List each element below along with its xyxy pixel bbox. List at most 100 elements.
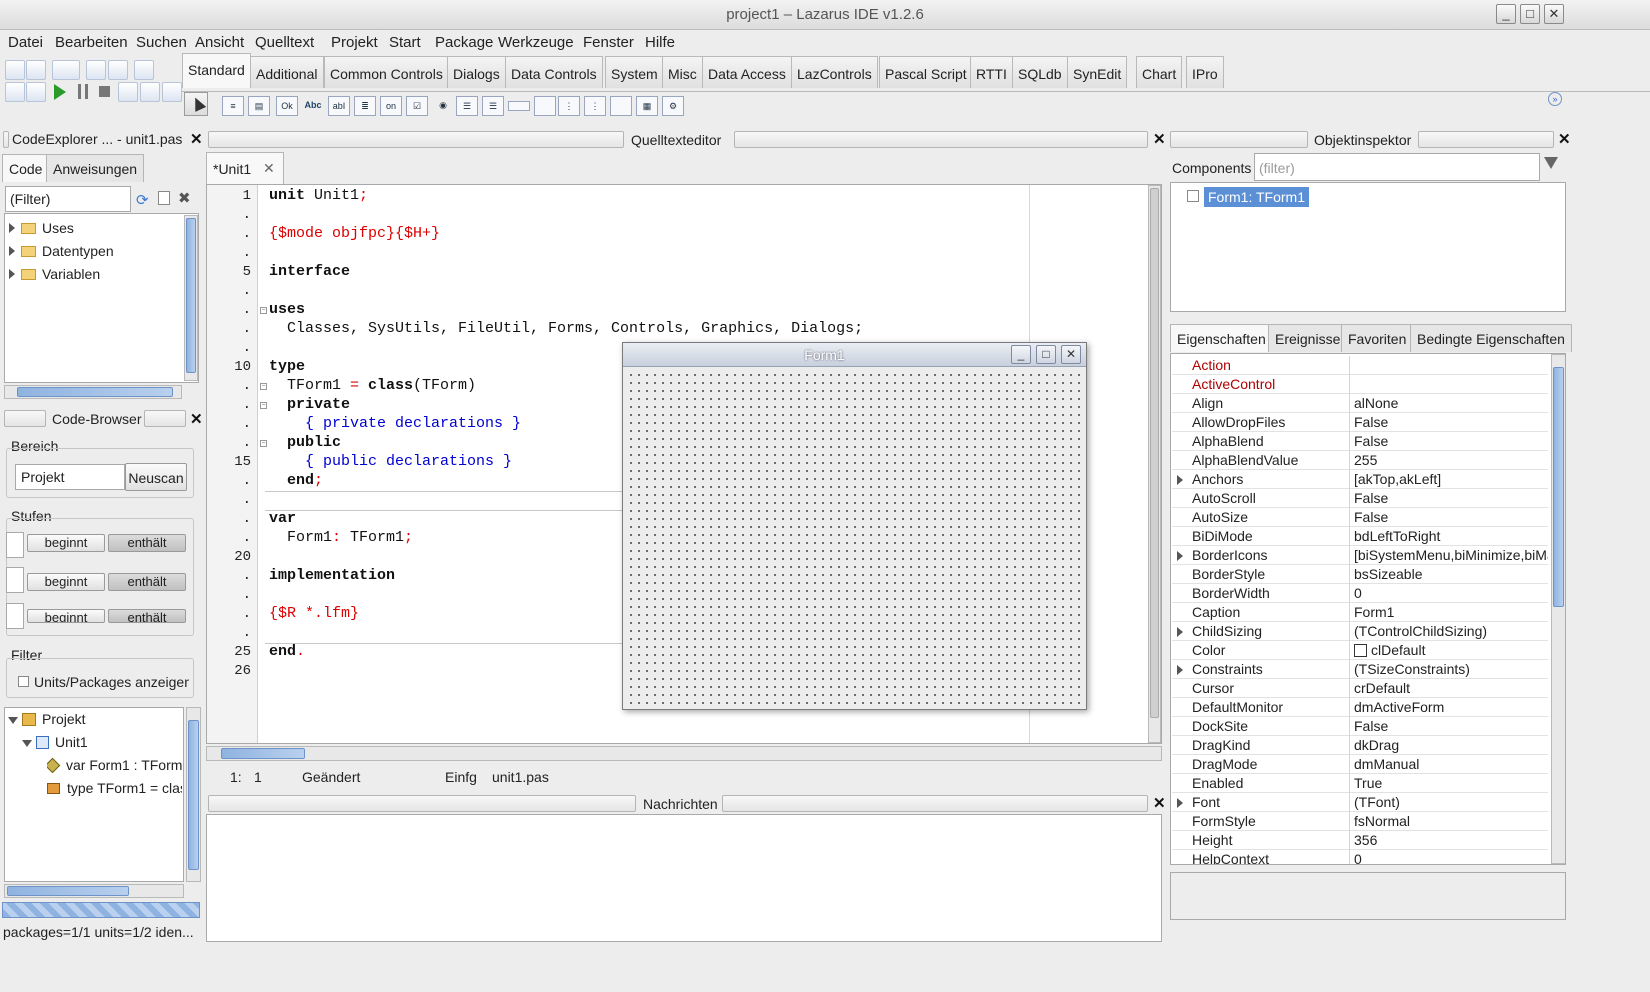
tab-favoriten[interactable]: Favoriten [1341,324,1414,352]
palette-scroll-icon[interactable]: » [1548,92,1562,106]
actionlist-icon[interactable]: ⚙ [662,96,684,116]
close-tab-icon[interactable]: ✕ [263,160,275,177]
property-value[interactable]: (TSizeConstraints) [1354,661,1548,677]
toggle-form-unit-icon[interactable] [134,60,154,80]
property-value[interactable]: 255 [1354,452,1548,468]
property-row[interactable]: DragMode dmManual [1172,755,1548,774]
property-row[interactable]: Enabled True [1172,774,1548,793]
tree-item-uses[interactable]: Uses [9,220,74,236]
property-row[interactable]: AlphaBlend False [1172,432,1548,451]
menu-quelltext[interactable]: Quelltext [255,34,314,51]
tree-item-unit1[interactable]: Unit1 [19,734,88,750]
property-value[interactable]: False [1354,718,1548,734]
form-close-icon[interactable]: ✕ [1061,345,1081,364]
tab-data-access[interactable]: Data Access [702,56,792,88]
selection-tool-icon[interactable] [184,92,208,116]
property-value[interactable]: [akTop,akLeft] [1354,471,1548,487]
property-row[interactable]: HelpContext 0 [1172,850,1548,864]
menu-hilfe[interactable]: Hilfe [645,34,675,51]
fold-icon[interactable]: − [260,383,267,390]
close-messages-icon[interactable]: ✕ [1153,794,1166,812]
save-icon[interactable] [86,60,106,80]
property-value[interactable]: [biSystemMenu,biMinimize,biMa [1354,547,1548,563]
property-row[interactable]: Color clDefault [1172,641,1548,660]
expand-icon[interactable] [1177,798,1183,808]
tab-eigenschaften[interactable]: Eigenschaften [1170,324,1273,352]
dock-grip[interactable] [208,795,636,812]
fold-icon[interactable]: − [260,402,267,409]
property-row[interactable]: AllowDropFiles False [1172,413,1548,432]
property-row[interactable]: BiDiMode bdLeftToRight [1172,527,1548,546]
mainmenu-icon[interactable]: ≡ [222,96,244,116]
property-row[interactable]: Caption Form1 [1172,603,1548,622]
dock-grip[interactable] [144,410,186,427]
tab-chart[interactable]: Chart [1136,56,1183,88]
begins-button-2[interactable]: beginnt [27,573,105,591]
tree-item-var[interactable]: var Form1 : TForm1 [47,757,182,773]
mode-icon[interactable] [158,191,170,205]
menu-ansicht[interactable]: Ansicht [195,34,244,51]
tab-dialogs[interactable]: Dialogs [447,56,506,88]
property-value[interactable]: False [1354,414,1548,430]
dock-grip[interactable] [4,410,46,427]
view-units-icon[interactable] [5,82,25,102]
property-value[interactable]: False [1354,490,1548,506]
property-row[interactable]: Constraints (TSizeConstraints) [1172,660,1548,679]
property-row[interactable]: Cursor crDefault [1172,679,1548,698]
close-codebrowser-icon[interactable]: ✕ [190,410,203,428]
property-value[interactable]: (TControlChildSizing) [1354,623,1548,639]
fold-icon[interactable]: − [260,440,267,447]
tree-item-variablen[interactable]: Variablen [9,266,100,282]
radiobutton-icon[interactable]: ◉ [432,96,454,116]
menu-fenster[interactable]: Fenster [583,34,634,51]
property-value[interactable]: bsSizeable [1354,566,1548,582]
dock-grip[interactable] [1418,131,1554,148]
scrollbar-icon[interactable] [508,101,530,111]
menu-suchen[interactable]: Suchen [136,34,187,51]
property-value[interactable]: 0 [1354,585,1548,601]
property-value[interactable]: dmActiveForm [1354,699,1548,715]
tab-code[interactable]: Code [2,154,50,182]
pause-icon[interactable] [78,84,88,99]
tree-item-datentypen[interactable]: Datentypen [9,243,114,259]
open-icon[interactable] [52,60,80,80]
close-codeexplorer-icon[interactable]: ✕ [190,130,203,148]
fold-icon[interactable]: − [260,307,267,314]
filter-icon[interactable] [1544,157,1558,169]
panel-icon[interactable] [610,96,632,116]
form-maximize-icon[interactable]: □ [1036,345,1056,364]
property-row[interactable]: Action [1172,356,1548,375]
close-inspector-icon[interactable]: ✕ [1558,130,1571,148]
messages-list[interactable] [206,814,1162,942]
dock-grip[interactable] [1170,131,1308,148]
dock-grip[interactable] [722,795,1148,812]
expand-icon[interactable] [1177,475,1183,485]
dock-grip[interactable] [208,131,624,148]
codeexplorer-vscroll[interactable] [184,215,198,381]
radiogroup-icon[interactable]: ⋮ [558,96,580,116]
property-row[interactable]: BorderWidth 0 [1172,584,1548,603]
togglebox-icon[interactable]: on [380,96,402,116]
tab-lazcontrols[interactable]: LazControls [791,56,878,88]
property-value[interactable]: dkDrag [1354,737,1548,753]
property-row[interactable]: AutoSize False [1172,508,1548,527]
options-icon[interactable]: ✖ [178,189,191,207]
form-canvas[interactable] [624,368,1085,708]
property-value[interactable]: fsNormal [1354,813,1548,829]
step-over-icon[interactable] [140,82,160,102]
property-value[interactable]: 356 [1354,832,1548,848]
dock-grip[interactable] [734,131,1148,148]
tab-system[interactable]: System [605,56,664,88]
form-designer[interactable]: Form1 _ □ ✕ [622,342,1087,710]
tab-ipro[interactable]: IPro [1186,56,1224,88]
units-checkbox[interactable] [18,676,29,687]
minimize-icon[interactable]: _ [1496,4,1516,24]
menu-werkzeuge[interactable]: Werkzeuge [498,34,574,51]
run-icon[interactable] [54,84,66,100]
property-row[interactable]: ChildSizing (TControlChildSizing) [1172,622,1548,641]
expand-icon[interactable] [1177,627,1183,637]
menu-bearbeiten[interactable]: Bearbeiten [55,34,128,51]
close-editor-icon[interactable]: ✕ [1153,130,1166,148]
memo-icon[interactable]: ≣ [354,96,376,116]
dock-grip[interactable] [3,131,9,148]
